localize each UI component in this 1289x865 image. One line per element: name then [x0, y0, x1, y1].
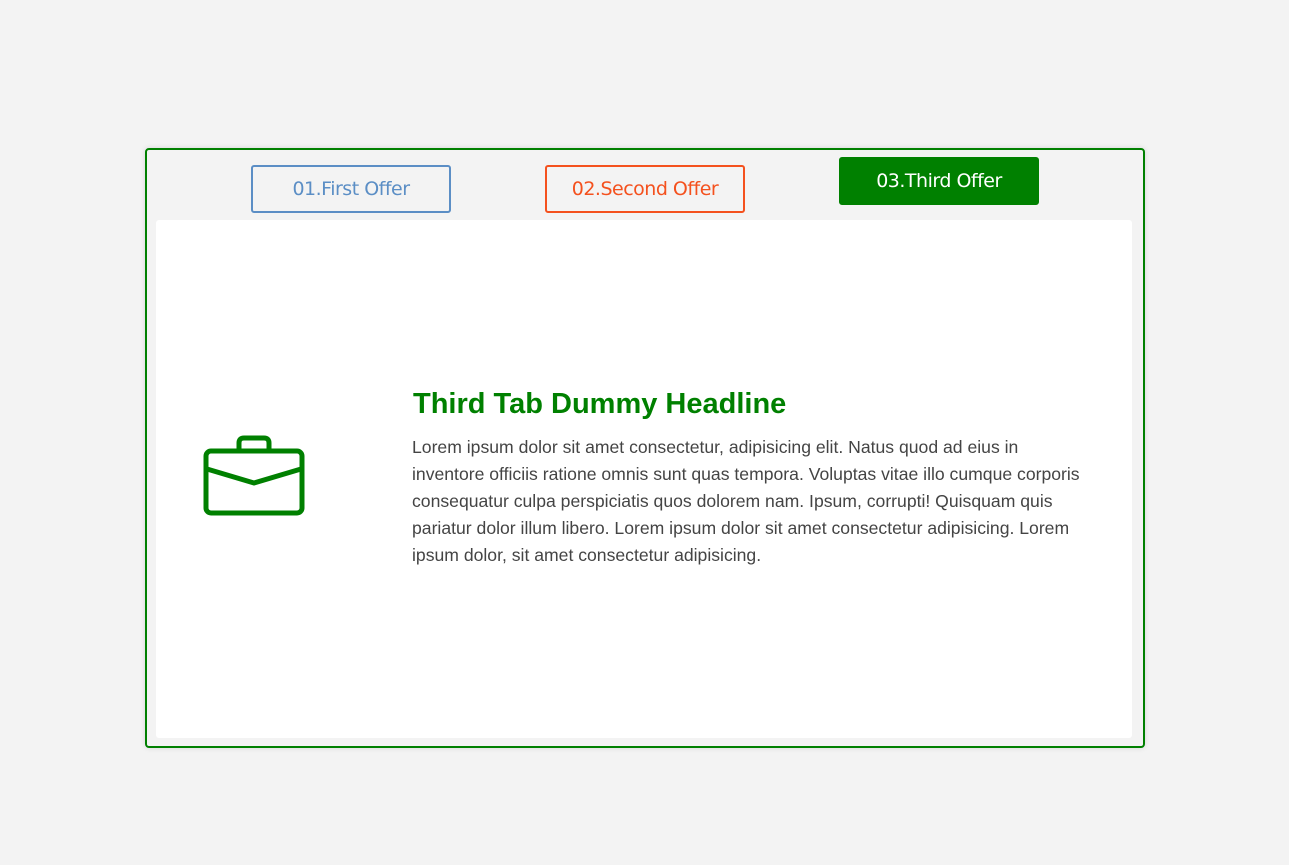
- tabs-card: 01.First Offer 02.Second Offer 03.Third …: [145, 148, 1145, 748]
- tab-content-panel: Third Tab Dummy Headline Lorem ipsum dol…: [156, 220, 1132, 738]
- tab-second-offer[interactable]: 02.Second Offer: [545, 165, 745, 213]
- briefcase-icon: [203, 434, 307, 518]
- tab-first-offer[interactable]: 01.First Offer: [251, 165, 451, 213]
- tab-third-offer[interactable]: 03.Third Offer: [839, 157, 1039, 205]
- content-body: Lorem ipsum dolor sit amet consectetur, …: [412, 437, 1080, 565]
- content-headline: Third Tab Dummy Headline: [413, 388, 787, 420]
